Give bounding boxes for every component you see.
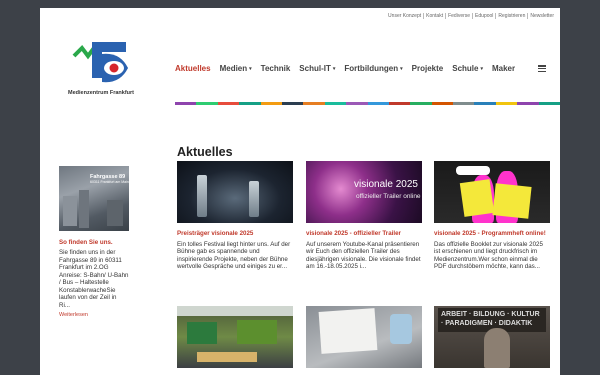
news-card[interactable]: visionale 2025 offizieller Trailer onlin… xyxy=(306,161,422,271)
color-bar-segment xyxy=(410,102,432,105)
color-bar-segment xyxy=(260,102,282,105)
top-link-newsletter[interactable]: Newsletter xyxy=(528,13,556,19)
news-image-subtitle: offizieller Trailer online xyxy=(356,193,421,200)
sidebar-location: Fahrgasse 89 60311 Frankfurt am Main So … xyxy=(59,166,129,318)
news-image-title: visionale 2025 xyxy=(354,179,418,190)
nav-label: Technik xyxy=(260,64,291,73)
color-bar-segment xyxy=(346,102,368,105)
news-title[interactable]: visionale 2025 - Programmheft online! xyxy=(434,230,550,238)
color-bar-segment xyxy=(196,102,218,105)
news-image[interactable] xyxy=(177,306,293,368)
color-bar-segment xyxy=(517,102,539,105)
nav-schule[interactable]: Schule ▾ xyxy=(452,64,483,73)
news-text: Das offizielle Booklet zur visionale 202… xyxy=(434,240,543,271)
color-bar-segment xyxy=(431,102,454,105)
main-nav: Aktuelles Medien ▾ Technik Schul-IT ▾ Fort… xyxy=(175,64,524,73)
color-bar-segment xyxy=(367,102,389,105)
nav-label: Schule xyxy=(452,64,479,73)
news-card[interactable]: Preisträger visionale 2025 Ein tolles Fe… xyxy=(177,161,293,271)
top-link-edupool[interactable]: Edupool xyxy=(473,13,497,19)
news-card[interactable]: visionale 2025 - Programmheft online! Da… xyxy=(434,161,550,271)
color-bar-segment xyxy=(388,102,411,105)
nav-fortbildungen[interactable]: Fortbildungen ▾ xyxy=(344,64,402,73)
menu-icon[interactable] xyxy=(538,65,546,73)
news-card[interactable]: ARBEIT · BILDUNG · KULTUR · PARADIGMEN ·… xyxy=(434,306,550,368)
color-bar-segment xyxy=(239,102,261,105)
color-bar-segment xyxy=(453,102,475,105)
page-title: Aktuelles xyxy=(177,145,233,159)
chevron-down-icon: ▾ xyxy=(480,65,483,72)
nav-aktuelles[interactable]: Aktuelles xyxy=(175,64,211,73)
color-bar-segment xyxy=(175,102,197,105)
color-bar-segment xyxy=(538,102,560,105)
top-link-kontakt[interactable]: Kontakt xyxy=(424,13,447,19)
nav-label: Maker xyxy=(491,64,516,73)
news-image[interactable]: visionale 2025 offizieller Trailer onlin… xyxy=(306,161,422,223)
color-bar-segment xyxy=(324,102,347,105)
location-image[interactable]: Fahrgasse 89 60311 Frankfurt am Main xyxy=(59,166,129,231)
nav-schul-it[interactable]: Schul-IT ▾ xyxy=(299,64,335,73)
read-more-link[interactable]: Weiterlesen xyxy=(59,312,129,318)
logo-icon[interactable] xyxy=(70,38,136,98)
color-bar-segment xyxy=(495,102,518,105)
news-image[interactable] xyxy=(306,306,422,368)
top-link-konzept[interactable]: Unser Konzept xyxy=(386,13,425,19)
color-bar xyxy=(175,102,560,105)
news-card[interactable] xyxy=(177,306,293,368)
nav-label: Projekte xyxy=(411,64,444,73)
chevron-down-icon: ▾ xyxy=(400,65,403,72)
news-image[interactable] xyxy=(177,161,293,223)
logo-text: Medienzentrum Frankfurt xyxy=(68,90,135,96)
nav-label: Schul-IT xyxy=(299,64,331,73)
color-bar-segment xyxy=(474,102,496,105)
nav-medien[interactable]: Medien ▾ xyxy=(220,64,252,73)
location-text: Sie finden uns in der Fahrgasse 89 in 60… xyxy=(59,249,129,309)
chevron-down-icon: ▾ xyxy=(332,65,336,72)
color-bar-segment xyxy=(303,102,325,105)
nav-projekte[interactable]: Projekte xyxy=(412,64,444,73)
news-title[interactable]: Preisträger visionale 2025 xyxy=(177,230,293,238)
nav-maker[interactable]: Maker xyxy=(492,64,515,73)
news-card[interactable] xyxy=(306,306,422,368)
top-link-fediverse[interactable]: Fediverse xyxy=(446,13,474,19)
top-links: Unser Konzept Kontakt Fediverse Edupool … xyxy=(386,13,556,19)
news-title[interactable]: visionale 2025 - offizieller Trailer xyxy=(306,230,422,238)
nav-label: Fortbildungen xyxy=(344,64,399,73)
nav-label: Medien xyxy=(219,64,248,73)
color-bar-segment xyxy=(217,102,240,105)
location-title[interactable]: So finden Sie uns. xyxy=(59,239,129,246)
news-text: Ein tolles Festival liegt hinter uns. Au… xyxy=(177,240,291,271)
top-link-registrieren[interactable]: Registrieren xyxy=(496,13,529,19)
location-image-sublabel: 60311 Frankfurt am Main xyxy=(90,180,129,184)
page: Unser Konzept Kontakt Fediverse Edupool … xyxy=(40,8,560,375)
chevron-down-icon: ▾ xyxy=(249,65,252,72)
news-text: Auf unserem Youtube-Kanal präsentieren w… xyxy=(306,240,421,271)
color-bar-segment xyxy=(281,102,304,105)
nav-label: Aktuelles xyxy=(175,64,211,73)
news-image[interactable]: ARBEIT · BILDUNG · KULTUR · PARADIGMEN ·… xyxy=(434,306,550,368)
nav-technik[interactable]: Technik xyxy=(261,64,291,73)
news-image[interactable] xyxy=(434,161,550,223)
